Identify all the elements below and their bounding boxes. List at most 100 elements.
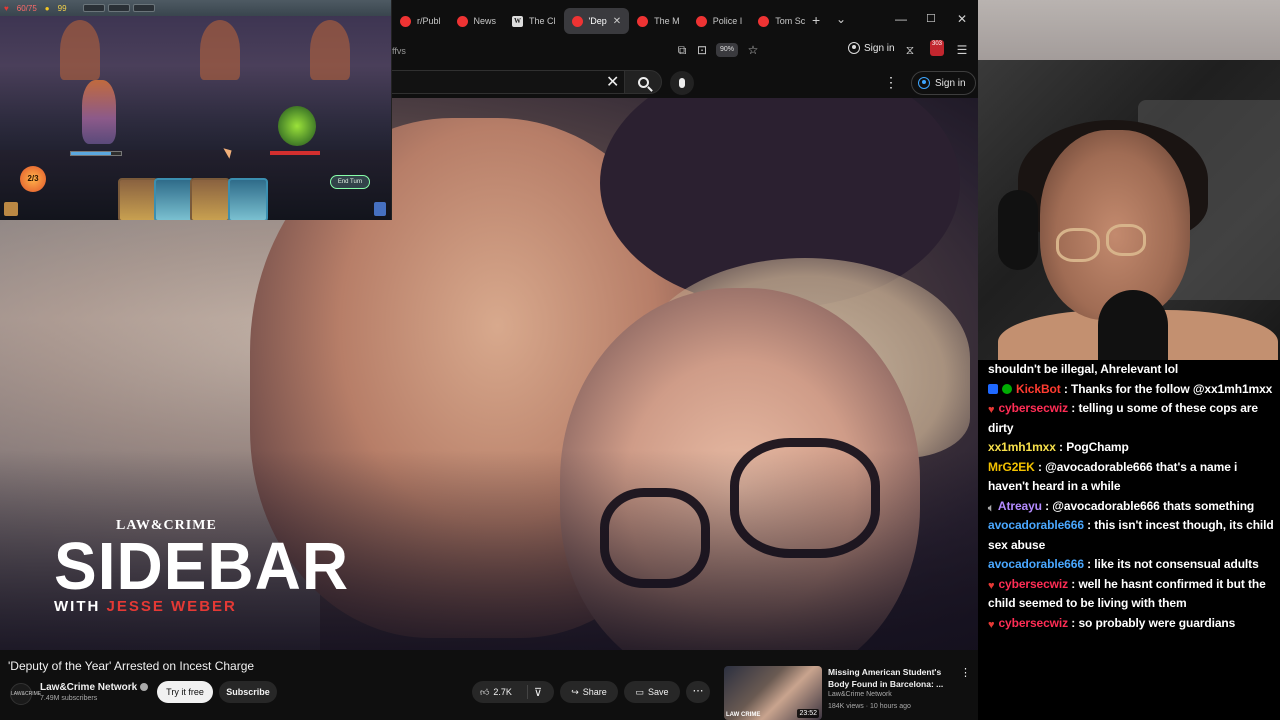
headphone-icon [998,190,1038,270]
recommended-logo: LAW CRIME [726,712,761,718]
chat-username[interactable]: cybersecwiz [998,577,1068,591]
url-text[interactable]: ffvs [392,46,406,56]
reddit-icon [456,15,468,27]
chat-username[interactable]: KickBot [1016,382,1061,396]
chat-message: ♥ cybersecwiz : telling u some of these c… [988,399,1274,438]
account-icon [848,42,860,54]
like-dislike-group: 👍︎ 2.7K ⊽ [472,681,554,703]
close-tab-icon[interactable]: ✕ [613,16,621,27]
search-input[interactable] [392,70,624,94]
browser-tab[interactable]: Police I [688,8,751,34]
save-label: Save [648,687,669,697]
tab-label: News [473,16,497,26]
chat-text: @avocadorable666 thats something [1052,498,1255,513]
zoom-level[interactable]: 90% [716,43,738,57]
browser-sign-in-button[interactable]: Sign in [848,42,895,54]
recommended-channel: Law&Crime Network [828,691,892,698]
player-character [82,80,116,144]
recommended-more-icon[interactable]: ⋮ [960,666,971,679]
chat-username[interactable]: avocadorable666 [988,557,1084,571]
game-hp: 60/75 [16,3,37,13]
hand-card[interactable] [228,178,268,220]
enemy-character[interactable] [278,106,316,146]
more-options-icon[interactable]: ⋮ [884,74,898,91]
youtube-icon [758,15,770,27]
heart-badge-icon: ♥ [988,579,995,592]
video-info: 'Deputy of the Year' Arrested on Incest … [0,650,978,720]
browser-tab[interactable]: News [449,8,505,34]
chat-text: like its not consensual adults [1094,557,1259,571]
more-actions-button[interactable]: ⋯ [686,681,710,703]
hand-card[interactable] [190,178,230,220]
extension-badge[interactable]: 303 [930,40,944,56]
tab-list-chevron-icon[interactable]: ⌄ [836,12,846,26]
bot-badge-icon [988,383,998,394]
picture-in-picture-icon[interactable]: ⧉ [675,43,689,57]
thumbs-down-icon: ⊽ [534,686,543,699]
share-button[interactable]: ↪ Share [560,681,618,703]
chat-separator: : [1055,440,1067,454]
chat-separator: : [1034,459,1046,474]
new-tab-button[interactable]: + [812,12,820,28]
recommended-thumbnail[interactable]: LAW CRIME 23:52 [724,666,822,720]
chat-username[interactable]: cybersecwiz [998,616,1068,630]
tab-label: 'Dep [588,16,607,26]
chat-username[interactable]: avocadorable666 [988,518,1084,532]
account-icon [918,77,930,89]
menu-icon[interactable]: ☰ [955,43,969,57]
youtube-sign-in-button[interactable]: Sign in [911,71,976,95]
chat-text: PogChamp [1066,440,1129,454]
chat-panel: shouldn't be illegal, Ahrelevant lol Kick… [978,360,1280,720]
like-count: 2.7K [493,687,512,697]
channel-avatar[interactable]: LAW&CRIME [10,683,41,705]
discard-pile-icon[interactable] [374,202,386,216]
player-hp-fill [71,152,111,155]
close-window-button[interactable]: ✕ [957,12,967,26]
end-turn-button[interactable]: End Turn [330,175,370,189]
extensions-icon[interactable]: ⧖ [903,43,917,57]
playlist-add-icon: ▭ [635,686,644,697]
save-button[interactable]: ▭ Save [624,681,680,703]
clear-search-icon[interactable]: ✕ [606,72,619,92]
thumbs-up-icon: 👍︎ [480,686,490,697]
save-to-pocket-icon[interactable]: ⊡ [695,43,709,57]
tab-label: Tom Sc [775,16,806,26]
chat-username[interactable]: xx1mh1mxx [988,440,1056,454]
chat-message: 🔈︎ Atreayu : @avocadorable666 thats somet… [988,497,1274,517]
maximize-button[interactable]: ☐ [926,12,936,25]
draw-pile-icon[interactable] [4,202,18,216]
browser-tab[interactable]: r/Publ [392,8,449,34]
dislike-button[interactable]: ⊽ [528,686,542,699]
chat-username[interactable]: Atreayu [998,499,1042,513]
browser-tab[interactable]: W The Cl [504,8,564,34]
channel-name[interactable]: Law&Crime Network [40,682,137,693]
try-it-free-button[interactable]: Try it free [157,681,213,703]
minimize-button[interactable]: — [895,12,907,26]
browser-tab[interactable]: Tom Sc [750,8,813,34]
youtube-icon [571,15,583,27]
enemy-hp-bar [270,151,320,155]
potion-slot[interactable] [107,4,130,12]
heart-badge-icon: ♥ [988,618,995,631]
channel-name-wrap[interactable]: Law&Crime Network [40,682,149,693]
subscribe-button[interactable]: Subscribe [219,681,277,703]
tab-label: The Cl [529,16,556,26]
recommended-video[interactable]: LAW CRIME 23:52 Missing American Student… [724,666,974,720]
browser-tab[interactable]: The M [629,8,688,34]
chat-message: shouldn't be illegal, Ahrelevant lol [988,360,1274,380]
brand-title: SIDEBAR [54,528,350,604]
bookmark-star-icon[interactable]: ☆ [746,43,760,57]
voice-search-button[interactable] [670,71,694,95]
verified-badge-icon [1002,383,1012,394]
potion-slot[interactable] [132,4,155,12]
chat-username[interactable]: cybersecwiz [998,401,1068,415]
share-label: Share [582,687,607,697]
hand-card[interactable] [118,178,158,220]
browser-tab[interactable]: 'Dep ✕ [563,8,630,34]
recommended-title[interactable]: Missing American Student's Body Found in… [828,666,948,690]
potion-slot[interactable] [82,4,105,12]
like-button[interactable]: 👍︎ 2.7K [472,685,528,699]
search-button[interactable] [624,70,662,94]
chat-username[interactable]: MrG2EK [988,460,1035,474]
hand-card[interactable] [154,178,194,220]
